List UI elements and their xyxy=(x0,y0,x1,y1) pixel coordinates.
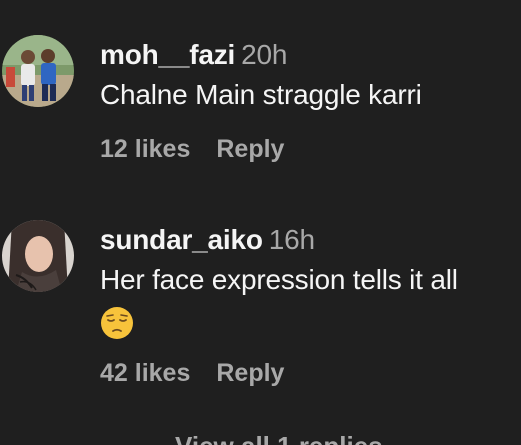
avatar-photo-two-men xyxy=(2,35,74,107)
comments-panel: moh__fazi 20h Chalne Main straggle karri … xyxy=(0,0,521,445)
comment-actions: 42 likes Reply xyxy=(100,359,284,388)
comment-header: moh__fazi 20h xyxy=(100,35,521,75)
avatar[interactable] xyxy=(2,220,74,292)
pensive-face-emoji-icon xyxy=(101,306,133,339)
username[interactable]: sundar_aiko xyxy=(100,224,263,255)
comment-text: Chalne Main straggle karri xyxy=(100,79,422,110)
avatar-photo-woman xyxy=(2,220,74,292)
comment-actions: 12 likes Reply xyxy=(100,135,284,164)
timestamp: 16h xyxy=(268,224,315,255)
timestamp: 20h xyxy=(241,39,288,70)
comment-text: Her face expression tells it all xyxy=(100,264,458,295)
reply-button[interactable]: Reply xyxy=(216,359,284,387)
comment-emoji-line xyxy=(100,300,521,340)
comment-header: sundar_aiko 16h xyxy=(100,220,521,260)
reply-button[interactable]: Reply xyxy=(216,135,284,163)
likes-count[interactable]: 12 likes xyxy=(100,135,190,163)
avatar[interactable] xyxy=(2,35,74,107)
username[interactable]: moh__fazi xyxy=(100,39,235,70)
comment-body: moh__fazi 20h Chalne Main straggle karri … xyxy=(100,35,521,163)
comment-body: sundar_aiko 16h Her face expression tells… xyxy=(100,220,521,387)
view-replies-link[interactable]: View all 1 replies xyxy=(175,431,383,445)
likes-count[interactable]: 42 likes xyxy=(100,359,190,387)
